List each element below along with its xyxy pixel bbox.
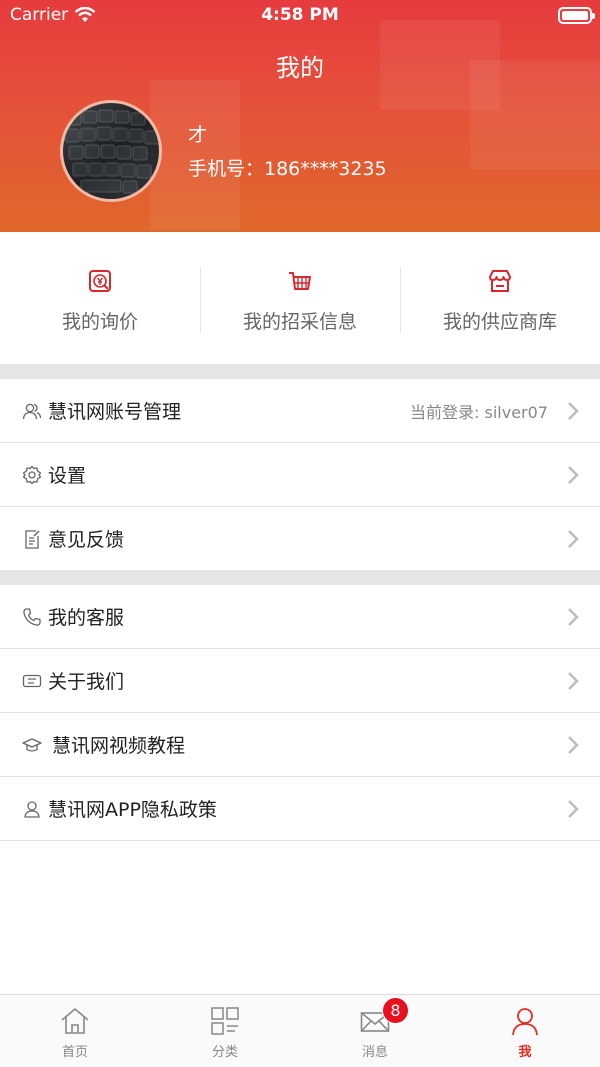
privacy-policy-row[interactable]: 慧讯网APP隐私政策 xyxy=(0,777,600,841)
feedback-icon xyxy=(25,529,40,549)
ticket-icon xyxy=(22,674,42,687)
chevron-right-icon xyxy=(568,465,579,484)
my-supplier-library-button[interactable]: 我的供应商库 xyxy=(400,232,600,364)
unread-badge: 8 xyxy=(382,997,409,1024)
account-management-row[interactable]: 慧讯网账号管理 当前登录: silver07 xyxy=(0,379,600,443)
tab-messages[interactable]: 消息 8 xyxy=(300,995,450,1067)
profile-header: Carrier 4:58 PM 我的 才 手机号：186****3235 xyxy=(0,0,600,232)
user-icon xyxy=(24,800,40,818)
avatar[interactable] xyxy=(60,100,162,202)
section-divider xyxy=(0,364,600,379)
row-label: 慧讯网APP隐私政策 xyxy=(48,799,217,821)
tab-label: 我 xyxy=(518,1045,532,1060)
chevron-right-icon xyxy=(568,607,579,626)
users-icon xyxy=(22,403,42,419)
chevron-right-icon xyxy=(568,735,579,754)
store-icon xyxy=(489,270,511,292)
graduation-cap-icon xyxy=(22,737,42,752)
section-divider xyxy=(0,570,600,585)
chevron-right-icon xyxy=(568,799,579,818)
row-label: 慧讯网账号管理 xyxy=(48,401,182,423)
phone-icon xyxy=(23,607,41,626)
tab-me[interactable]: 我 xyxy=(450,995,600,1067)
chevron-right-icon xyxy=(568,529,579,548)
quick-action-label: 我的招采信息 xyxy=(242,311,357,333)
tab-category[interactable]: 分类 xyxy=(150,995,300,1067)
tab-label: 分类 xyxy=(211,1045,238,1060)
keyboard-photo xyxy=(63,103,159,199)
row-label: 我的客服 xyxy=(48,607,125,629)
row-label: 关于我们 xyxy=(48,671,125,693)
yuan-receipt-icon xyxy=(89,270,111,292)
category-icon xyxy=(211,1007,239,1035)
gear-icon xyxy=(22,465,42,484)
feedback-row[interactable]: 意见反馈 xyxy=(0,507,600,571)
quick-actions: 我的询价 我的招采信息 我的供应商库 xyxy=(0,232,600,364)
home-icon xyxy=(61,1008,89,1034)
my-inquiry-button[interactable]: 我的询价 xyxy=(0,232,200,364)
chevron-right-icon xyxy=(568,401,579,420)
row-label: 设置 xyxy=(48,465,87,487)
user-name: 才 xyxy=(188,124,208,146)
person-icon xyxy=(512,1008,538,1036)
row-label: 意见反馈 xyxy=(48,529,125,551)
row-label: 慧讯网视频教程 xyxy=(52,735,186,757)
chevron-right-icon xyxy=(568,671,579,690)
quick-action-label: 我的供应商库 xyxy=(442,311,557,333)
tab-bar: 首页 分类 消息 8 我 xyxy=(0,994,600,1067)
video-tutorial-row[interactable]: 慧讯网视频教程 xyxy=(0,713,600,777)
basket-icon xyxy=(289,272,311,290)
status-bar: Carrier 4:58 PM xyxy=(0,0,600,30)
tab-label: 消息 xyxy=(361,1045,388,1060)
my-procurement-button[interactable]: 我的招采信息 xyxy=(200,232,400,364)
quick-action-label: 我的询价 xyxy=(61,311,138,333)
clock: 4:58 PM xyxy=(261,5,339,25)
current-login-label: 当前登录: silver07 xyxy=(410,402,548,422)
page-title: 我的 xyxy=(276,54,324,82)
tab-home[interactable]: 首页 xyxy=(0,995,150,1067)
customer-service-row[interactable]: 我的客服 xyxy=(0,585,600,649)
tab-label: 首页 xyxy=(61,1045,88,1060)
settings-row[interactable]: 设置 xyxy=(0,443,600,507)
about-us-row[interactable]: 关于我们 xyxy=(0,649,600,713)
battery-icon xyxy=(558,7,595,24)
user-phone: 手机号：186****3235 xyxy=(188,158,387,180)
